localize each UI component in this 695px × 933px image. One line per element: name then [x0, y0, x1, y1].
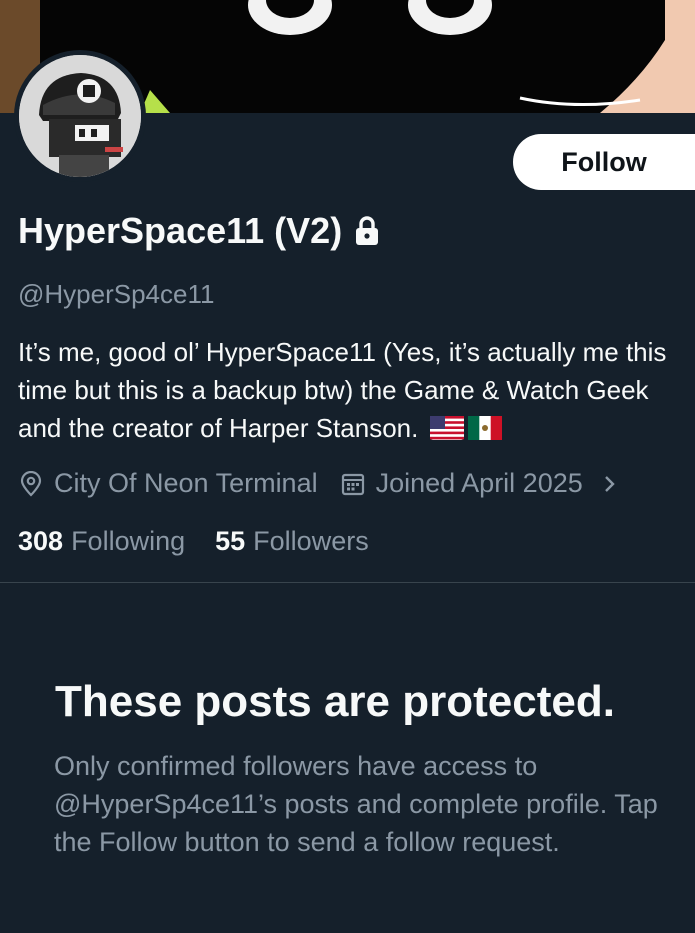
profile-page: Follow HyperSpace11 (V2) @HyperSp4ce11 I…: [0, 0, 695, 933]
followers-label: Followers: [253, 526, 369, 556]
protected-posts-title: These posts are protected.: [55, 677, 615, 726]
profile-bio: It’s me, good ol’ HyperSpace11 (Yes, it’…: [18, 333, 693, 450]
followers-stat[interactable]: 55 Followers: [215, 526, 369, 557]
joined-item[interactable]: Joined April 2025: [340, 468, 583, 499]
calendar-icon: [340, 471, 366, 497]
mexico-flag-icon: [467, 412, 502, 450]
location-item: City Of Neon Terminal: [18, 468, 318, 499]
joined-text: Joined April 2025: [375, 468, 583, 498]
avatar[interactable]: [14, 50, 146, 182]
following-stat[interactable]: 308 Following: [18, 526, 185, 557]
avatar-image: [19, 55, 141, 177]
location-pin-icon: [18, 470, 44, 497]
following-label: Following: [71, 526, 186, 556]
display-name: HyperSpace11 (V2): [18, 210, 343, 251]
display-name-row: HyperSpace11 (V2): [18, 210, 380, 252]
us-flag-icon: [429, 412, 464, 450]
following-count: 308: [18, 526, 64, 556]
profile-handle: @HyperSp4ce11: [18, 279, 215, 309]
protected-posts-description: Only confirmed followers have access to …: [54, 751, 658, 857]
divider: [0, 582, 695, 583]
follow-button[interactable]: Follow: [513, 134, 695, 190]
bio-text: It’s me, good ol’ HyperSpace11 (Yes, it’…: [18, 337, 667, 443]
followers-count: 55: [215, 526, 246, 556]
profile-meta: City Of Neon Terminal Joined April 2025: [18, 468, 619, 499]
chevron-right-icon[interactable]: [601, 471, 619, 497]
lock-icon: [354, 216, 380, 246]
location-text: City Of Neon Terminal: [54, 468, 318, 498]
follow-stats: 308 Following 55 Followers: [18, 526, 369, 557]
